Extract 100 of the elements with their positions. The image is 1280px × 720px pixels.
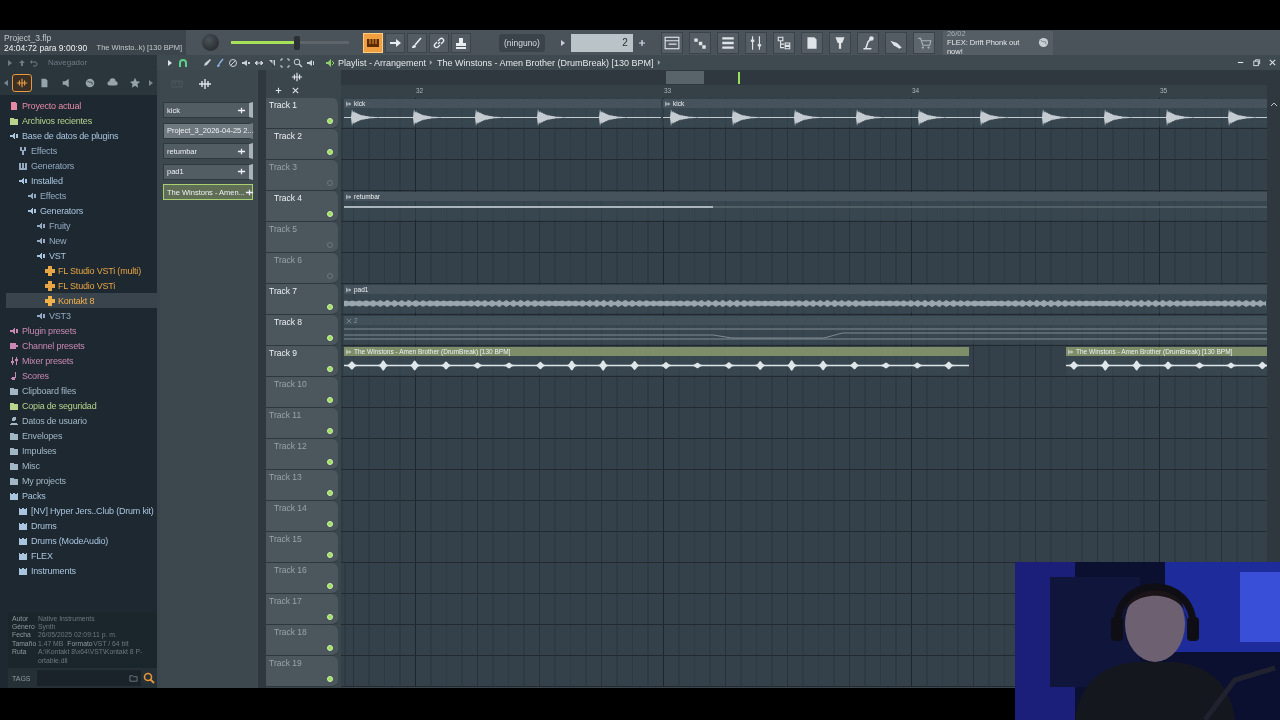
- brush-icon[interactable]: [215, 57, 225, 68]
- cart-icon[interactable]: [912, 31, 935, 54]
- browser-item[interactable]: Proyecto actual: [6, 98, 157, 113]
- track-header[interactable]: Track 8: [266, 315, 338, 346]
- track-lane[interactable]: [341, 222, 1267, 253]
- right-arrow-icon[interactable]: [148, 78, 155, 87]
- triangle-icon[interactable]: [6, 58, 14, 67]
- pattern-selector[interactable]: (ninguno): [499, 33, 545, 52]
- zoom-icon[interactable]: [293, 57, 303, 68]
- search-icon[interactable]: [143, 672, 155, 684]
- pattern-name[interactable]: The Winstons - Amen Brother (DrumBreak) [130 BPM]: [437, 57, 654, 68]
- browser-item[interactable]: Archivos recientes: [6, 113, 157, 128]
- browser-item[interactable]: Generators: [6, 158, 157, 173]
- track-lane[interactable]: [341, 253, 1267, 284]
- browser-item[interactable]: My projects: [6, 473, 157, 488]
- lamp-icon[interactable]: [856, 31, 879, 54]
- browser-item[interactable]: FLEX: [6, 548, 157, 563]
- browser-item[interactable]: Effects: [6, 143, 157, 158]
- playhead-marker[interactable]: [738, 72, 740, 84]
- triangle-icon[interactable]: [558, 37, 567, 48]
- track-lane[interactable]: [341, 408, 1267, 439]
- prohibited-icon[interactable]: [228, 57, 238, 68]
- track-lane[interactable]: [341, 594, 1016, 625]
- up-caret-icon[interactable]: [1270, 100, 1278, 108]
- browser-item[interactable]: Installed: [6, 173, 157, 188]
- toolbar-button[interactable]: [385, 32, 405, 53]
- browser-item[interactable]: Drums: [6, 518, 157, 533]
- browser-item[interactable]: VST3: [6, 308, 157, 323]
- select-icon[interactable]: [280, 57, 290, 68]
- pattern-number-field[interactable]: 2: [570, 33, 633, 52]
- browser-item[interactable]: Drums (ModeAudio): [6, 533, 157, 548]
- browser-item[interactable]: New: [6, 233, 157, 248]
- browser-item[interactable]: Datos de usuario: [6, 413, 157, 428]
- steps-icon[interactable]: [688, 31, 711, 54]
- tags-field[interactable]: [36, 670, 141, 686]
- hand-icon[interactable]: [884, 31, 907, 54]
- speaker-icon[interactable]: [325, 57, 335, 68]
- waveform-icon[interactable]: [291, 71, 303, 83]
- scroll-handle[interactable]: [666, 71, 704, 84]
- magnet-icon[interactable]: [178, 57, 188, 68]
- browser-item[interactable]: Packs: [6, 488, 157, 503]
- plug-icon[interactable]: [828, 31, 851, 54]
- plus-icon[interactable]: [636, 37, 647, 48]
- list-icon[interactable]: [660, 31, 683, 54]
- browser-item[interactable]: Clipboard files: [6, 383, 157, 398]
- up-arrow-icon[interactable]: [18, 58, 26, 67]
- folder-tree-icon[interactable]: [772, 31, 795, 54]
- volume-thumb[interactable]: [294, 35, 301, 50]
- toolbar-button[interactable]: [429, 32, 449, 53]
- browser-item[interactable]: Base de datos de plugins: [6, 128, 157, 143]
- close-icon[interactable]: [291, 86, 300, 95]
- track-header[interactable]: Track 9: [266, 346, 338, 377]
- globe-icon[interactable]: [1037, 37, 1049, 48]
- browser-item[interactable]: Channel presets: [6, 338, 157, 353]
- restore-icon[interactable]: [1252, 58, 1261, 67]
- undo-icon[interactable]: [30, 58, 38, 67]
- browser-item[interactable]: Kontakt 8: [6, 293, 157, 308]
- track-lane[interactable]: [341, 470, 1267, 501]
- sliders-icon[interactable]: [744, 31, 767, 54]
- browser-item[interactable]: FL Studio VSTi (multi): [6, 263, 157, 278]
- browser-item[interactable]: Impulses: [6, 443, 157, 458]
- left-arrow-icon[interactable]: [3, 78, 9, 87]
- browser-item[interactable]: Envelopes: [6, 428, 157, 443]
- browser-item[interactable]: Plugin presets: [6, 323, 157, 338]
- speaker-icon[interactable]: [306, 57, 316, 68]
- pencil-icon[interactable]: [202, 57, 212, 68]
- browser-item[interactable]: Instruments: [6, 563, 157, 578]
- browser-item[interactable]: FL Studio VSTi: [6, 278, 157, 293]
- resize-handle[interactable]: [258, 70, 266, 688]
- close-icon[interactable]: [1268, 58, 1277, 67]
- browser-item[interactable]: Copia de seguridad: [6, 398, 157, 413]
- track-header[interactable]: Track 1: [266, 98, 338, 129]
- browser-item[interactable]: Fruity: [6, 218, 157, 233]
- browser-item[interactable]: Misc: [6, 458, 157, 473]
- track-lane[interactable]: [341, 439, 1267, 470]
- browser-tab[interactable]: [11, 73, 32, 92]
- browser-item[interactable]: Scores: [6, 368, 157, 383]
- track-lane[interactable]: [341, 532, 1267, 563]
- plus-icon[interactable]: [274, 86, 283, 95]
- chevron-icon[interactable]: [656, 59, 662, 66]
- track-lane[interactable]: [341, 377, 1267, 408]
- browser-item[interactable]: Mixer presets: [6, 353, 157, 368]
- slice-icon[interactable]: [267, 57, 277, 68]
- waveform-icon[interactable]: [198, 77, 212, 91]
- track-lane[interactable]: [341, 625, 1016, 656]
- rows-icon[interactable]: [716, 31, 739, 54]
- track-lane[interactable]: [341, 160, 1267, 191]
- browser-item[interactable]: [NV] Hyper Jers..Club (Drum kit): [6, 503, 157, 518]
- browser-item[interactable]: VST: [6, 248, 157, 263]
- track-lane[interactable]: [341, 656, 1016, 687]
- vertical-scrollbar[interactable]: [1267, 98, 1280, 563]
- overview-scrollbar[interactable]: [341, 70, 1267, 85]
- track-lane[interactable]: [341, 563, 1016, 594]
- folder-icon[interactable]: [129, 673, 138, 683]
- track-header[interactable]: Track 4: [266, 191, 338, 222]
- mute-icon[interactable]: [241, 57, 251, 68]
- track-header[interactable]: Track 2: [266, 129, 338, 160]
- toolbar-button[interactable]: [407, 32, 427, 53]
- track-lane[interactable]: [341, 129, 1267, 160]
- page-icon[interactable]: [800, 31, 823, 54]
